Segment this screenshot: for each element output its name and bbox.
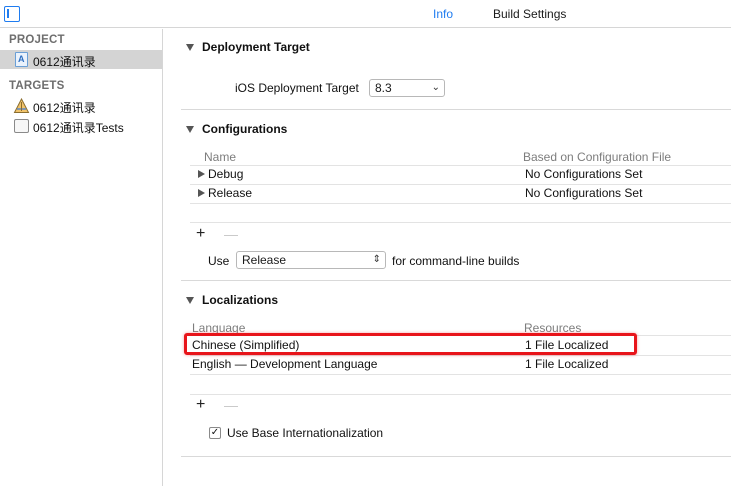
row-divider <box>190 374 731 375</box>
test-bundle-icon <box>14 119 29 133</box>
row-divider <box>190 184 731 185</box>
info-editor: Deployment Target iOS Deployment Target … <box>164 29 731 486</box>
config-file-debug[interactable]: No Configurations Set <box>525 167 642 181</box>
config-name-release[interactable]: Release <box>208 186 252 200</box>
editor-tab-bar: Info Build Settings <box>0 0 731 28</box>
tab-build-settings[interactable]: Build Settings <box>493 7 566 21</box>
use-label: Use <box>208 254 230 268</box>
section-title-deployment: Deployment Target <box>202 40 310 54</box>
disclosure-triangle-icon[interactable] <box>186 44 194 51</box>
sidebar-item-project[interactable]: 0612通讯录 <box>0 50 162 69</box>
targets-heading: TARGETS <box>9 80 65 92</box>
section-divider <box>181 280 731 281</box>
select-value: 8.3 <box>375 81 392 95</box>
sidebar-item-label: 0612通讯录 <box>33 55 96 69</box>
highlight-annotation <box>184 333 637 355</box>
sidebar-toggle-icon[interactable] <box>4 6 20 22</box>
section-title-localizations: Localizations <box>202 293 279 307</box>
section-divider <box>181 109 731 110</box>
localization-language[interactable]: English — Development Language <box>192 357 377 371</box>
section-divider <box>181 456 731 457</box>
sidebar-item-target-tests[interactable]: 0612通讯录Tests <box>0 116 162 135</box>
row-divider <box>190 355 731 356</box>
remove-localization-button[interactable]: — <box>224 398 238 412</box>
ios-deployment-target-select[interactable]: 8.3 ⌄ <box>369 79 445 97</box>
column-header-based-on: Based on Configuration File <box>523 150 672 164</box>
chevron-down-icon: ⌄ <box>431 82 440 93</box>
expand-triangle-icon[interactable] <box>198 170 205 178</box>
row-divider <box>190 203 731 204</box>
add-configuration-button[interactable]: + <box>196 226 205 242</box>
disclosure-triangle-icon[interactable] <box>186 297 194 304</box>
ios-deployment-target-label: iOS Deployment Target <box>235 81 359 95</box>
sidebar-item-label: 0612通讯录Tests <box>33 121 124 135</box>
row-divider <box>190 165 731 166</box>
add-localization-button[interactable]: + <box>196 397 205 413</box>
remove-configuration-button[interactable]: — <box>224 227 238 241</box>
base-internationalization-label: Use Base Internationalization <box>227 426 384 440</box>
config-name-debug[interactable]: Debug <box>208 167 243 181</box>
table-bottom-border <box>190 394 731 395</box>
column-header-name: Name <box>204 150 237 164</box>
section-title-configurations: Configurations <box>202 122 288 136</box>
select-value: Release <box>242 253 287 267</box>
chevron-updown-icon: ⇕ <box>372 254 381 265</box>
project-heading: PROJECT <box>9 34 65 46</box>
base-internationalization-checkbox[interactable]: ✓ <box>209 427 221 439</box>
localization-resources[interactable]: 1 File Localized <box>525 357 608 371</box>
project-file-icon <box>15 52 28 67</box>
config-file-release[interactable]: No Configurations Set <box>525 186 642 200</box>
tab-info[interactable]: Info <box>433 7 453 21</box>
sidebar-item-target-app[interactable]: 0612通讯录 <box>0 96 162 115</box>
command-line-builds-label: for command-line builds <box>392 254 520 268</box>
table-bottom-border <box>190 222 731 223</box>
command-line-config-select[interactable]: Release ⇕ <box>236 251 386 269</box>
disclosure-triangle-icon[interactable] <box>186 126 194 133</box>
project-targets-sidebar: PROJECT 0612通讯录 TARGETS 0612通讯录 0612通讯录T… <box>0 29 163 486</box>
sidebar-item-label: 0612通讯录 <box>33 101 96 115</box>
app-target-icon <box>13 97 30 114</box>
expand-triangle-icon[interactable] <box>198 189 205 197</box>
